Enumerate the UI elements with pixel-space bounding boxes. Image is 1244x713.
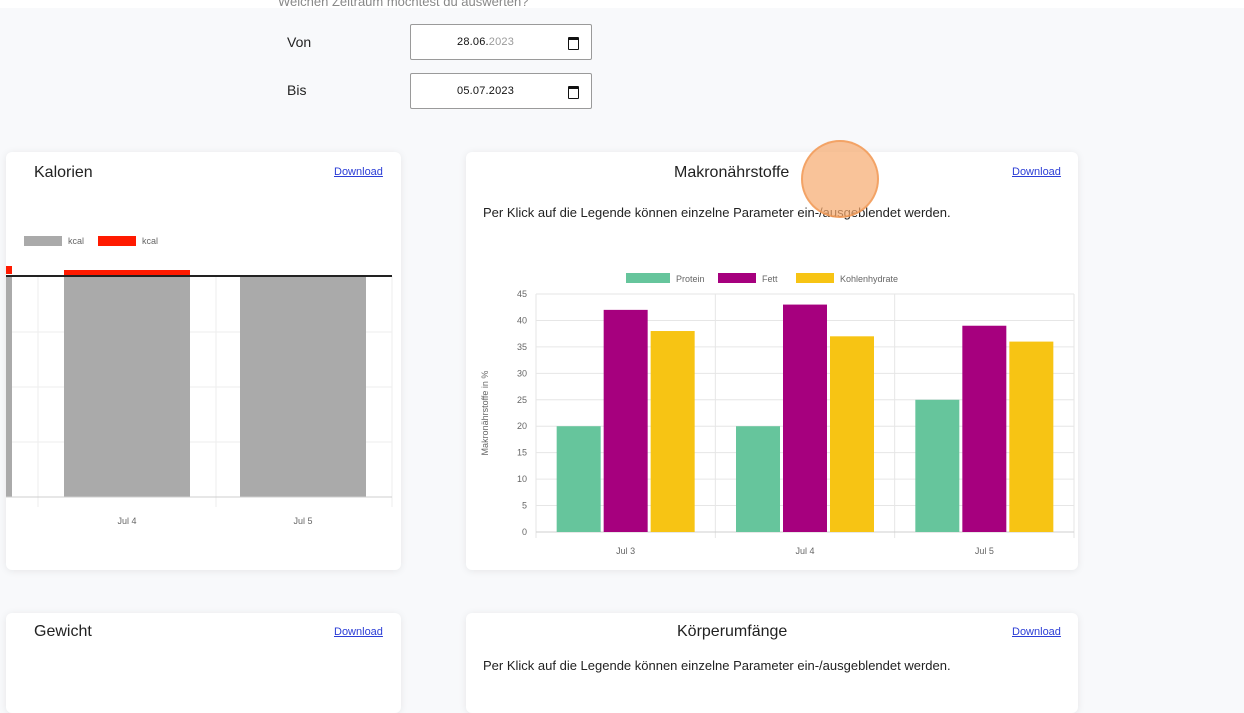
calendar-icon[interactable] (568, 86, 579, 99)
gewicht-card: Gewicht Download (6, 613, 401, 713)
legend-swatch (24, 236, 62, 246)
to-date-input[interactable]: 05.07.2023 (410, 73, 592, 109)
legend-item-kcal-grey[interactable]: kcal (24, 236, 84, 246)
x-tick-label: Jul 5 (293, 516, 312, 526)
bar-fett (603, 309, 648, 532)
legend-label-protein: Protein (676, 274, 705, 284)
y-tick-label: 10 (517, 474, 527, 484)
to-label: Bis (287, 82, 307, 98)
bar-kohlenhydrate (1009, 341, 1054, 532)
bar-protein (915, 399, 960, 532)
y-axis-label: Makronährstoffe in % (480, 371, 490, 456)
legend-item-kcal-red[interactable]: kcal (98, 236, 158, 246)
makro-chart: 0 5 10 15 20 25 30 35 40 45 Jul 3 Jul 4 Jul 5 Makronä… (480, 273, 1075, 556)
legend-swatch-fett (718, 273, 756, 283)
period-question: Welchen Zeitraum möchtest du auswerten? (278, 0, 529, 9)
bar-kcal (240, 276, 366, 497)
bar-kcal (64, 276, 190, 497)
calendar-icon[interactable] (568, 37, 579, 50)
legend-swatch (98, 236, 136, 246)
y-tick-label: 35 (517, 342, 527, 352)
bar-protein (736, 426, 780, 532)
y-tick-label: 40 (517, 315, 527, 325)
legend-label: kcal (142, 236, 159, 246)
kalorien-card: Kalorien Download kcal kcal Jul 4 Jul 5 (6, 152, 401, 570)
legend-label-kohlenhydrate: Kohlenhydrate (840, 274, 898, 284)
y-tick-label: 0 (522, 527, 527, 537)
from-date-value: 28.06.2023 (457, 36, 515, 48)
gewicht-title: Gewicht (34, 623, 92, 640)
to-date-value: 05.07.2023 (457, 85, 515, 97)
bar-protein (556, 426, 601, 532)
y-tick-label: 5 (522, 501, 527, 511)
top-strip (0, 0, 1244, 8)
kalorien-title: Kalorien (34, 164, 93, 181)
x-tick-label: Jul 3 (616, 546, 635, 556)
koerper-title: Körperumfänge (677, 623, 788, 640)
koerper-card: Körperumfänge Download Per Klick auf die… (466, 613, 1078, 713)
y-tick-label: 20 (517, 421, 527, 431)
kalorien-chart: Jul 4 Jul 5 (6, 266, 393, 526)
koerper-download-link[interactable]: Download (1012, 626, 1061, 638)
legend-swatch-protein (626, 273, 670, 283)
from-date-input[interactable]: 28.06.2023 (410, 24, 592, 60)
makro-card: Makronährstoffe Download Per Klick auf d… (466, 152, 1078, 570)
legend-label: kcal (68, 236, 85, 246)
x-tick-label: Jul 5 (975, 546, 994, 556)
koerper-legend-hint: Per Klick auf die Legende können einzeln… (483, 658, 951, 673)
x-tick-label: Jul 4 (117, 516, 136, 526)
kalorien-download-link[interactable]: Download (334, 166, 383, 178)
bar-kohlenhydrate (830, 336, 874, 532)
gewicht-download-link[interactable]: Download (334, 626, 383, 638)
bar-fett (783, 304, 827, 532)
y-tick-label: 15 (517, 448, 527, 458)
from-label: Von (287, 34, 312, 50)
y-tick-label: 30 (517, 368, 527, 378)
x-tick-label: Jul 4 (795, 546, 814, 556)
bar-kohlenhydrate (650, 331, 695, 532)
legend-label-fett: Fett (762, 274, 778, 284)
bar-kcal-prev (6, 276, 12, 497)
legend-swatch-kohlenhydrate (796, 273, 834, 283)
y-tick-label: 25 (517, 395, 527, 405)
bar-kcal-over (64, 270, 190, 275)
bar-fett (962, 325, 1007, 532)
y-tick-label: 45 (517, 289, 527, 299)
bar-kcal-over-prev (6, 266, 12, 274)
